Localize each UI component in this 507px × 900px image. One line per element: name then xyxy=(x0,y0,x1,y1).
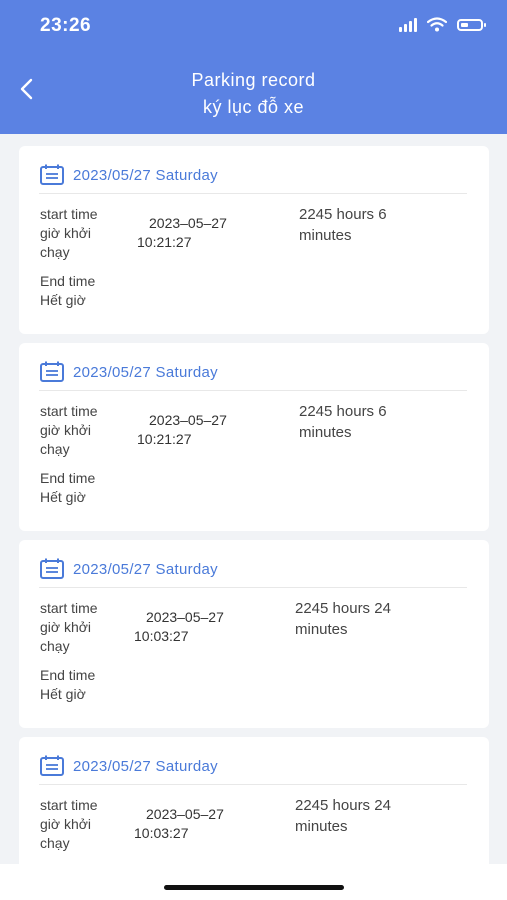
title-english: Parking record xyxy=(191,70,316,90)
bottom-bar xyxy=(0,864,507,900)
start-time-label-en: start time xyxy=(40,600,98,616)
home-indicator[interactable] xyxy=(164,885,344,890)
start-clock-value: 10:03:27 xyxy=(134,628,189,644)
card-header: 2023/05/27 Saturday xyxy=(39,558,218,580)
duration-value: 2245 hours 24 minutes xyxy=(295,600,391,638)
duration-value: 2245 hours 24 minutes xyxy=(295,797,391,835)
start-date-value: 2023–05–27 xyxy=(149,215,227,231)
start-time-label-vi: giờ khởi xyxy=(40,816,92,832)
start-time-label-vi: giờ khởi xyxy=(40,225,92,241)
calendar-icon xyxy=(40,361,64,382)
start-time-label-vi-2: chạy xyxy=(40,638,70,654)
start-date-value: 2023–05–27 xyxy=(146,806,224,822)
record-date: 2023/05/27 Saturday xyxy=(73,166,218,184)
calendar-icon xyxy=(40,558,64,579)
end-time-label-vi: Hết giờ xyxy=(40,686,86,702)
battery-icon xyxy=(457,18,486,31)
end-time-label-en: End time xyxy=(40,667,96,683)
start-clock-value: 10:21:27 xyxy=(137,234,192,250)
start-time-label-vi-2: chạy xyxy=(40,835,70,851)
record-card[interactable]: 2023/05/27 Saturday start time giờ khởi … xyxy=(19,540,489,728)
divider xyxy=(39,390,467,391)
wifi-icon xyxy=(427,17,447,32)
record-list[interactable]: 2023/05/27 Saturday start time giờ khởi … xyxy=(0,134,507,864)
start-date-value: 2023–05–27 xyxy=(149,412,227,428)
record-card[interactable]: 2023/05/27 Saturday start time giờ khởi … xyxy=(19,737,489,864)
start-time-label-en: start time xyxy=(40,206,98,222)
calendar-icon xyxy=(40,755,64,776)
end-time-label-en: End time xyxy=(40,470,96,486)
calendar-icon xyxy=(40,164,64,185)
start-time-label-en: start time xyxy=(40,797,98,813)
start-date-value: 2023–05–27 xyxy=(146,609,224,625)
record-card[interactable]: 2023/05/27 Saturday start time giờ khởi … xyxy=(19,146,489,334)
status-time: 23:26 xyxy=(40,15,92,36)
divider xyxy=(39,193,467,194)
app-header: 23:26 Parking record ký lục đỗ xe xyxy=(0,0,507,134)
signal-icon xyxy=(399,17,417,32)
start-time-label-vi-2: chạy xyxy=(40,244,70,260)
start-time-label-vi: giờ khởi xyxy=(40,422,92,438)
card-header: 2023/05/27 Saturday xyxy=(39,164,218,186)
duration-value: 2245 hours 6 minutes xyxy=(299,403,387,441)
divider xyxy=(39,587,467,588)
start-clock-value: 10:21:27 xyxy=(137,431,192,447)
card-header: 2023/05/27 Saturday xyxy=(39,755,218,777)
end-time-label-vi: Hết giờ xyxy=(40,292,86,308)
start-clock-value: 10:03:27 xyxy=(134,825,189,841)
page-title: Parking record ký lục đỗ xe xyxy=(0,69,507,118)
record-date: 2023/05/27 Saturday xyxy=(73,757,218,775)
record-date: 2023/05/27 Saturday xyxy=(73,560,218,578)
start-time-label-vi-2: chạy xyxy=(40,441,70,457)
record-card[interactable]: 2023/05/27 Saturday start time giờ khởi … xyxy=(19,343,489,531)
divider xyxy=(39,784,467,785)
end-time-label-en: End time xyxy=(40,273,96,289)
status-icons xyxy=(399,17,486,32)
title-vietnamese: ký lục đỗ xe xyxy=(202,97,305,117)
card-header: 2023/05/27 Saturday xyxy=(39,361,218,383)
record-date: 2023/05/27 Saturday xyxy=(73,363,218,381)
end-time-label-vi: Hết giờ xyxy=(40,489,86,505)
start-time-label-vi: giờ khởi xyxy=(40,619,92,635)
start-time-label-en: start time xyxy=(40,403,98,419)
duration-value: 2245 hours 6 minutes xyxy=(299,206,387,244)
